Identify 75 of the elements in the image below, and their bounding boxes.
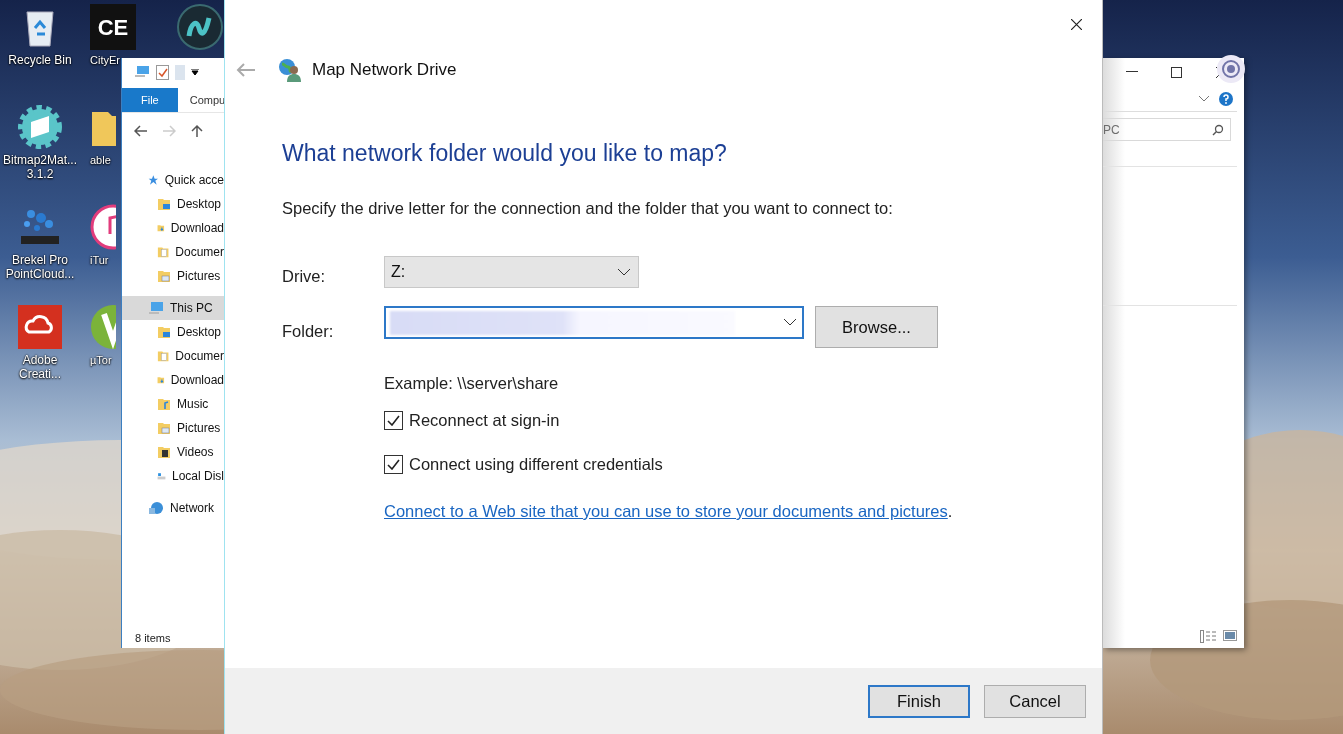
finish-button[interactable]: Finish: [868, 684, 970, 718]
nav-item[interactable]: Documer: [122, 240, 224, 264]
nav-item[interactable]: Desktop: [122, 192, 224, 216]
music-folder-icon: [157, 397, 171, 411]
dialog-title: Map Network Drive: [312, 60, 457, 80]
music-icon[interactable]: [90, 204, 116, 250]
globe-user-icon: [278, 58, 302, 82]
search-field[interactable]: PC: [1103, 118, 1231, 141]
icon-label: Bitmap2Mat... 3.1.2: [2, 153, 78, 181]
icon-label: able: [90, 153, 111, 167]
web-site-link[interactable]: Connect to a Web site that you can use to store your documents and pictures: [384, 502, 948, 521]
icon-label: iTur: [90, 253, 109, 267]
example-text: Example: \\server\share: [384, 374, 560, 393]
pictures-folder-icon: [157, 421, 171, 435]
heading: What network folder would you like to map?: [282, 140, 728, 167]
preview-pane-icon[interactable]: [1223, 630, 1237, 641]
minimize-icon: [1125, 71, 1138, 73]
nav-item[interactable]: Desktop: [122, 320, 224, 344]
network-icon: [148, 500, 164, 516]
nav-item[interactable]: This PC: [122, 296, 224, 320]
close-icon: [1070, 18, 1082, 30]
documents-folder-icon: [157, 349, 170, 363]
icon-label: CityEr: [90, 53, 120, 67]
dropdown-icon[interactable]: [191, 69, 199, 75]
folder-label: Folder:: [282, 321, 335, 341]
icon-label: Recycle Bin: [7, 53, 73, 67]
up-icon[interactable]: [190, 123, 204, 138]
app-logo-icon[interactable]: CE: [90, 4, 136, 50]
nav-item[interactable]: Quick acce: [122, 168, 224, 192]
nav-item[interactable]: Music: [122, 392, 224, 416]
properties-icon[interactable]: [156, 64, 169, 80]
desktop-folder-icon: [157, 325, 171, 339]
gear-icon[interactable]: [17, 104, 63, 150]
file-tab[interactable]: File: [122, 88, 178, 112]
drive-select[interactable]: Z:: [384, 256, 639, 288]
documents-folder-icon: [157, 245, 170, 259]
nav-item[interactable]: Videos: [122, 440, 224, 464]
computer-icon[interactable]: [134, 65, 150, 79]
checkbox-label: Reconnect at sign-in: [409, 411, 560, 430]
icon-label: µTor: [90, 353, 112, 367]
pictures-folder-icon: [157, 269, 171, 283]
icon-label: Adobe Creati...: [18, 353, 62, 381]
help-icon[interactable]: [1219, 91, 1233, 106]
nav-item[interactable]: Documer: [122, 344, 224, 368]
icon-label: Brekel Pro PointCloud...: [4, 253, 76, 281]
record-icon[interactable]: [1216, 54, 1246, 84]
checkbox-label: Connect using different credentials: [409, 455, 663, 474]
creative-cloud-icon[interactable]: [17, 304, 63, 350]
computer-icon: [148, 300, 164, 316]
ribbon-tab[interactable]: Compu: [177, 88, 226, 112]
cancel-button[interactable]: Cancel: [984, 684, 1086, 718]
nav-item[interactable]: Download: [122, 368, 224, 392]
browse-button[interactable]: Browse...: [815, 306, 938, 348]
nav-item[interactable]: Pictures: [122, 416, 224, 440]
maximize-icon: [1171, 66, 1182, 78]
chevron-icon: [784, 319, 796, 326]
nav-item[interactable]: Local Disl: [122, 464, 224, 488]
back-icon[interactable]: [134, 124, 148, 137]
videos-folder-icon: [157, 445, 171, 459]
nav-item[interactable]: Download: [122, 216, 224, 240]
folder-field[interactable]: [384, 306, 804, 339]
chevron-icon[interactable]: [1199, 95, 1209, 102]
desktop-folder-icon: [157, 197, 171, 211]
nav-item[interactable]: Network: [122, 496, 224, 520]
app-logo-icon[interactable]: [177, 4, 223, 50]
instruction-text: Specify the drive letter for the connection and the folder that you want to connect to:: [282, 199, 894, 218]
checkbox[interactable]: [384, 455, 403, 474]
status-text: 8 items: [134, 632, 172, 646]
search-icon: [1212, 123, 1224, 136]
chevron-icon: [618, 268, 630, 276]
details-view-icon[interactable]: [1200, 630, 1217, 643]
drive-label: Drive:: [282, 266, 327, 286]
nav-item[interactable]: Pictures: [122, 264, 224, 288]
period-text: .: [947, 502, 953, 521]
checkbox[interactable]: [384, 411, 403, 430]
